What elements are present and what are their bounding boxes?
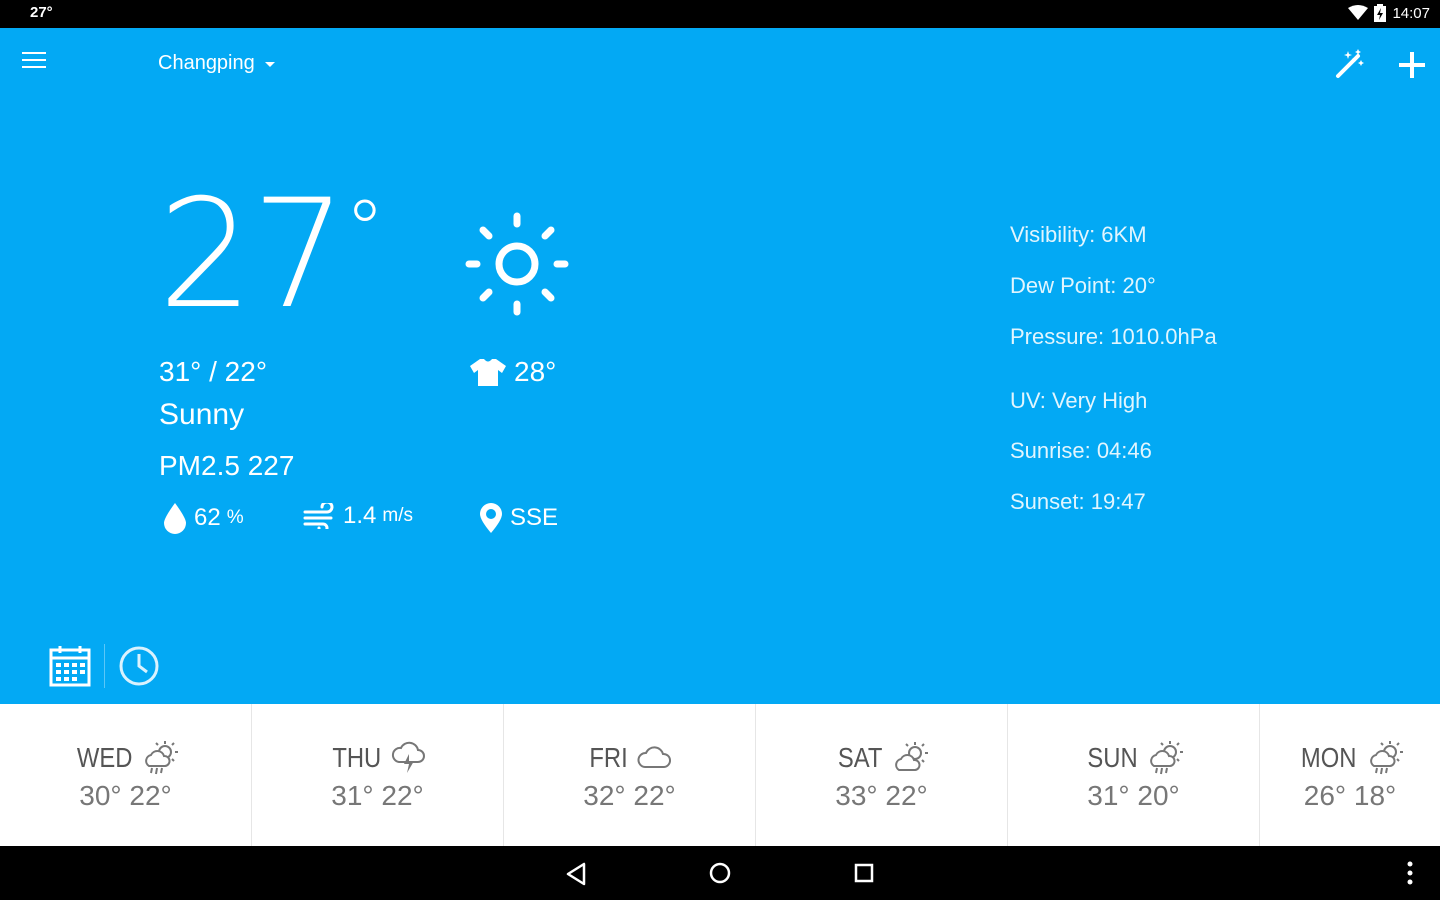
- wind-direction-value: SSE: [510, 504, 559, 531]
- view-toggle-divider: [104, 644, 105, 688]
- more-options-icon: [1407, 861, 1413, 885]
- forecast-day-header: SUN: [1008, 740, 1259, 776]
- magic-wand-button[interactable]: [1334, 48, 1366, 80]
- app-bar: Changping: [0, 28, 1440, 100]
- partly-sunny-rain-icon: [1369, 741, 1403, 775]
- recents-button[interactable]: [850, 859, 878, 887]
- air-quality-pm25: PM2.5 227: [159, 450, 295, 481]
- humidity-unit: %: [226, 507, 244, 528]
- feels-like: 28°: [468, 356, 556, 388]
- forecast-day-name: MON: [1301, 742, 1357, 773]
- wind-icon: [303, 503, 334, 529]
- partly-sunny-rain-icon: [1150, 741, 1184, 775]
- forecast-day-header: WED: [0, 740, 251, 776]
- partly-cloudy-icon: [894, 742, 928, 771]
- clock-icon: [119, 646, 159, 686]
- menu-button[interactable]: [22, 52, 50, 76]
- dropdown-caret-icon: [264, 62, 275, 67]
- magic-wand-icon: [1336, 49, 1364, 78]
- more-options-button[interactable]: [1400, 859, 1420, 887]
- forecast-day-name: FRI: [589, 742, 628, 773]
- daily-forecast: WED 30° 22° THU 31° 22° FRI 32° 22° SAT …: [0, 704, 1440, 846]
- forecast-day-temps: 30° 22°: [79, 780, 172, 811]
- location-pin-icon: [480, 503, 502, 533]
- forecast-day[interactable]: SAT 33° 22°: [756, 704, 1008, 846]
- hourly-view-button[interactable]: [117, 644, 161, 688]
- forecast-day-name: SAT: [838, 742, 883, 773]
- sunrise: Sunrise: 04:46: [1010, 438, 1152, 463]
- weather-condition: Sunny: [159, 398, 245, 431]
- status-bar: 27° 14:07: [0, 0, 1440, 28]
- shirt-icon: [470, 359, 506, 386]
- daily-view-button[interactable]: [48, 644, 92, 688]
- menu-icon: [22, 52, 50, 68]
- dew-point: Dew Point: 20°: [1010, 273, 1156, 298]
- add-icon: [1399, 52, 1425, 78]
- forecast-day-name: SUN: [1087, 742, 1138, 773]
- forecast-day-header: THU: [252, 740, 503, 776]
- status-time: 14:07: [1392, 4, 1430, 22]
- location-selector[interactable]: Changping: [158, 52, 275, 75]
- back-icon: [566, 862, 586, 886]
- home-icon: [709, 862, 731, 884]
- partly-sunny-rain-icon: [145, 741, 179, 775]
- wind-speed-unit: m/s: [382, 505, 413, 526]
- high-low-temperature: 31° / 22°: [159, 356, 268, 387]
- cloudy-icon: [637, 746, 672, 768]
- forecast-day-header: SAT: [756, 740, 1007, 776]
- forecast-day[interactable]: WED 30° 22°: [0, 704, 252, 846]
- sun-icon: [465, 212, 569, 316]
- forecast-day-temps: 32° 22°: [583, 780, 676, 811]
- forecast-day-name: WED: [76, 742, 133, 773]
- status-right-group: 14:07: [1348, 4, 1430, 22]
- wind-speed: 1.4 m/s: [303, 502, 413, 530]
- navigation-bar: [0, 846, 1440, 900]
- calendar-icon: [49, 646, 91, 687]
- uv-index: UV: Very High: [1010, 388, 1148, 413]
- humidity: 62%: [162, 502, 244, 534]
- visibility: Visibility: 6KM: [1010, 222, 1147, 247]
- home-button[interactable]: [706, 859, 734, 887]
- water-drop-icon: [164, 503, 186, 534]
- add-location-button[interactable]: [1395, 48, 1429, 82]
- forecast-day-temps: 31° 20°: [1087, 780, 1180, 811]
- status-temperature: 27°: [30, 4, 53, 21]
- pressure: Pressure: 1010.0hPa: [1010, 324, 1217, 349]
- forecast-day[interactable]: SUN 31° 20°: [1008, 704, 1260, 846]
- back-button[interactable]: [562, 860, 590, 888]
- forecast-day[interactable]: THU 31° 22°: [252, 704, 504, 846]
- wind-direction: SSE: [478, 502, 558, 534]
- location-name: Changping: [158, 52, 255, 74]
- humidity-value: 62: [194, 504, 221, 531]
- forecast-day-header: FRI: [504, 740, 755, 776]
- current-temperature-unit: °: [344, 183, 385, 276]
- feels-like-value: 28°: [514, 356, 557, 387]
- current-temperature-value: 27: [158, 168, 347, 342]
- forecast-day-temps: 33° 22°: [835, 780, 928, 811]
- view-toggle: [48, 644, 161, 688]
- forecast-day[interactable]: FRI 32° 22°: [504, 704, 756, 846]
- forecast-day-header: MON: [1260, 740, 1440, 776]
- forecast-day-name: THU: [332, 742, 381, 773]
- wifi-icon: [1348, 5, 1369, 20]
- forecast-day[interactable]: MON 26° 18°: [1260, 704, 1440, 846]
- wind-speed-value: 1.4: [343, 502, 377, 529]
- current-temperature: 27°: [158, 180, 385, 330]
- forecast-day-temps: 26° 18°: [1303, 780, 1397, 811]
- sunset: Sunset: 19:47: [1010, 489, 1146, 514]
- forecast-day-temps: 31° 22°: [331, 780, 424, 811]
- battery-charging-icon: [1374, 4, 1387, 22]
- recents-icon: [854, 863, 874, 883]
- thunderstorm-icon: [392, 741, 426, 773]
